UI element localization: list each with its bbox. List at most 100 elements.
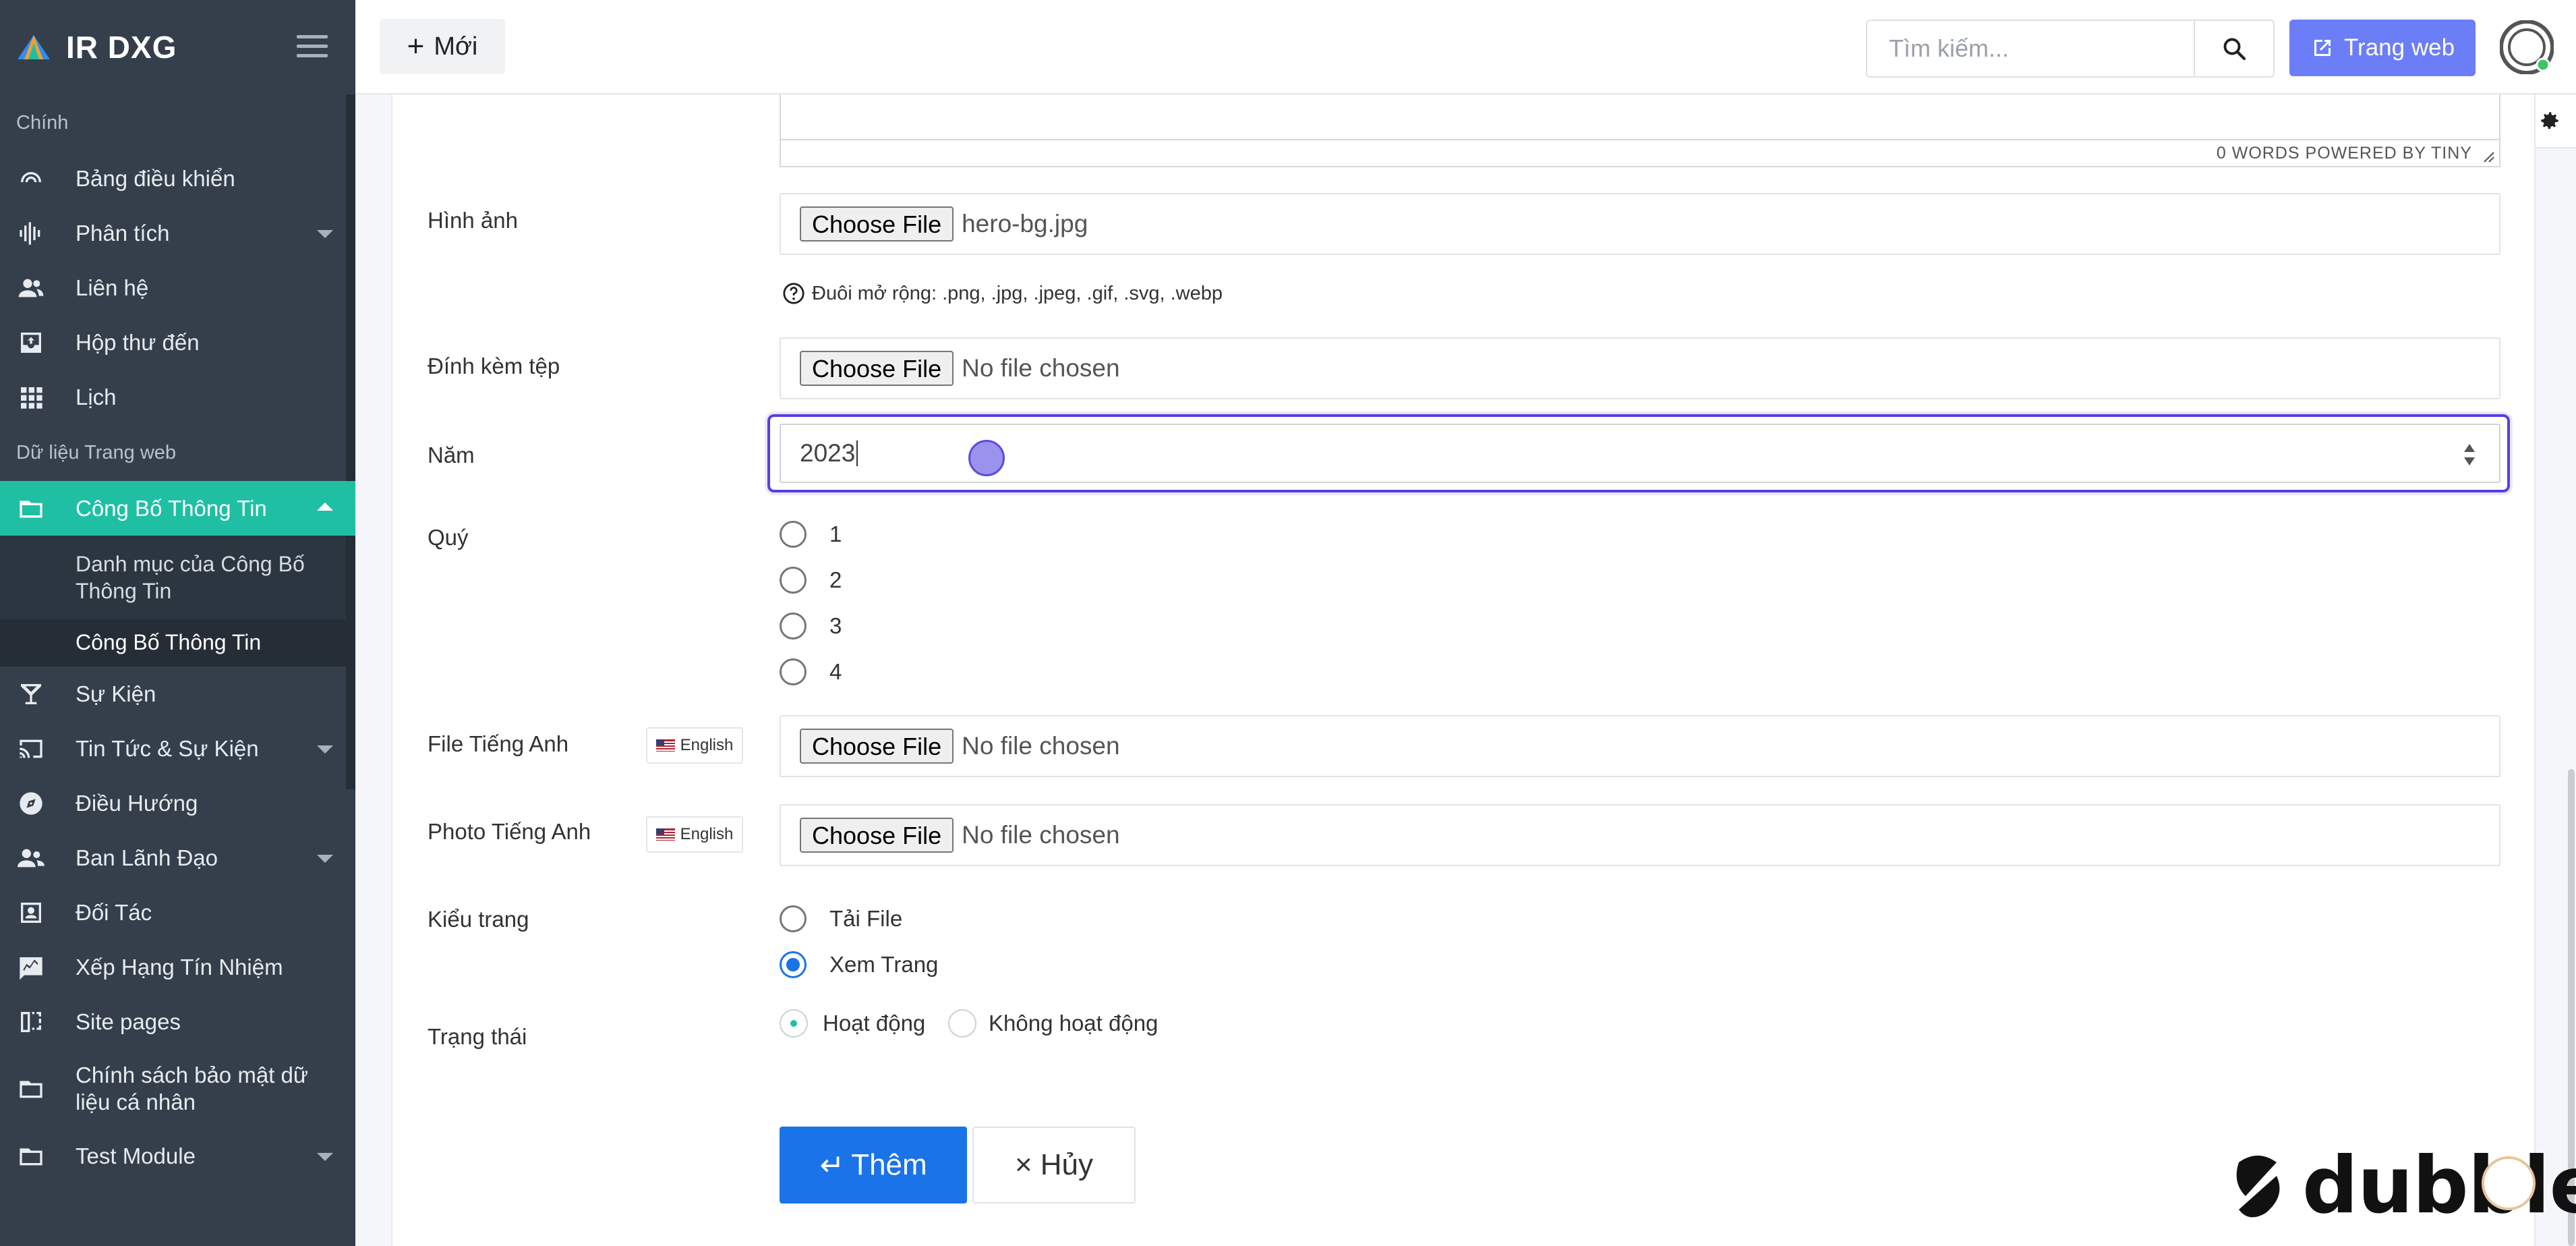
sidebar-item-disclosure[interactable]: Công Bố Thông Tin xyxy=(0,481,355,536)
external-link-icon xyxy=(2314,40,2331,56)
resize-handle-icon[interactable] xyxy=(2480,148,2495,163)
quarter-option-3[interactable]: 3 xyxy=(780,613,842,640)
attachment-file-input[interactable]: Choose File No file chosen xyxy=(780,337,2500,399)
folder-icon xyxy=(16,1074,46,1104)
year-input[interactable]: 2023 xyxy=(780,424,2500,483)
quarter-option-1[interactable]: 1 xyxy=(780,521,842,548)
sidebar-submenu: Danh mục của Công Bố Thông Tin Công Bố T… xyxy=(0,536,355,667)
file-en-label: File Tiếng Anh xyxy=(428,731,569,756)
help-bubble[interactable] xyxy=(2482,1156,2536,1210)
page-type-option-view[interactable]: Xem Trang xyxy=(780,951,938,978)
choose-file-button[interactable]: Choose File xyxy=(800,729,954,764)
sidebar-item-label: Xếp Hạng Tín Nhiệm xyxy=(76,954,283,980)
language-badge-label: English xyxy=(680,825,734,843)
id-card-icon xyxy=(16,898,46,928)
submit-button[interactable]: ↵ Thêm xyxy=(780,1127,967,1203)
quarter-option-4[interactable]: 4 xyxy=(780,658,842,685)
sidebar-item-test-module[interactable]: Test Module xyxy=(0,1129,355,1183)
photo-en-label: Photo Tiếng Anh xyxy=(428,819,591,844)
sidebar-item-calendar[interactable]: Lịch xyxy=(0,370,355,424)
cocktail-icon xyxy=(16,679,46,709)
sidebar-item-label: Lịch xyxy=(76,384,117,409)
attachment-label: Đính kèm tệp xyxy=(428,353,560,378)
sidebar-item-credit-rating[interactable]: Xếp Hạng Tín Nhiệm xyxy=(0,940,355,994)
status-label: Trạng thái xyxy=(428,1024,527,1049)
sidebar-subitem-disclosure[interactable]: Công Bố Thông Tin xyxy=(0,619,355,667)
chevron-up-icon xyxy=(317,503,333,511)
cast-icon xyxy=(16,734,46,764)
photo-en-input[interactable]: Choose File No file chosen xyxy=(780,804,2500,866)
file-en-input[interactable]: Choose File No file chosen xyxy=(780,715,2500,777)
radio-button[interactable] xyxy=(780,658,807,685)
language-badge: English xyxy=(646,727,743,764)
sidebar-item-label: Điều Hướng xyxy=(76,790,198,816)
sidebar-item-contacts[interactable]: Liên hệ xyxy=(0,260,355,315)
radio-button[interactable] xyxy=(780,567,807,594)
sidebar-item-inbox[interactable]: Hộp thư đến xyxy=(0,315,355,370)
brand: IR DXG xyxy=(0,0,355,94)
website-button-label: Trang web xyxy=(2343,34,2455,61)
sidebar-section-main: Chính xyxy=(16,111,69,134)
us-flag-icon xyxy=(655,828,675,841)
image-file-input[interactable]: Choose File hero-bg.jpg xyxy=(780,193,2500,255)
sidebar-item-events[interactable]: Sự Kiện xyxy=(0,667,355,721)
radio-button-checked[interactable] xyxy=(780,951,807,978)
submit-button-label: Thêm xyxy=(851,1148,927,1181)
choose-file-button[interactable]: Choose File xyxy=(800,818,954,853)
editor-status-bar: 0 WORDS POWERED BY TINY xyxy=(781,139,2499,166)
close-icon: × xyxy=(1015,1148,1032,1181)
status-option-active[interactable]: Hoạt động xyxy=(780,1009,925,1038)
topbar: + Mới Trang web xyxy=(355,0,2576,94)
website-button[interactable]: Trang web xyxy=(2289,20,2476,76)
sidebar-subitem-categories[interactable]: Danh mục của Công Bố Thông Tin xyxy=(0,536,310,619)
page-type-option-download[interactable]: Tải File xyxy=(780,905,902,932)
sidebar-item-site-pages[interactable]: Site pages xyxy=(0,994,355,1049)
radio-label: Xem Trang xyxy=(829,952,939,977)
cancel-button[interactable]: × Hủy xyxy=(972,1127,1136,1203)
file-name: No file chosen xyxy=(962,354,1120,382)
radio-button[interactable] xyxy=(780,905,807,932)
extension-hint-text: Đuôi mở rộng: .png, .jpg, .jpeg, .gif, .… xyxy=(812,282,1223,304)
quarter-option-2[interactable]: 2 xyxy=(780,567,842,594)
sidebar-item-privacy-policy[interactable]: Chính sách bảo mật dữ liệu cá nhân xyxy=(0,1049,355,1129)
radio-label: 4 xyxy=(829,659,842,684)
search-input[interactable] xyxy=(1867,21,2194,76)
sidebar-item-dashboard[interactable]: Bảng điều khiển xyxy=(0,151,355,206)
rich-text-editor[interactable]: 0 WORDS POWERED BY TINY xyxy=(780,94,2500,167)
calendar-grid-icon xyxy=(16,383,46,412)
radio-button-checked[interactable] xyxy=(780,1009,808,1038)
sidebar-item-label: Test Module xyxy=(76,1143,196,1168)
sidebar-item-navigation[interactable]: Điều Hướng xyxy=(0,776,355,830)
quarter-label: Quý xyxy=(428,525,469,550)
radio-button[interactable] xyxy=(780,521,807,548)
menu-toggle-icon[interactable] xyxy=(297,35,328,58)
radio-label: Tải File xyxy=(829,906,903,931)
sidebar-item-news[interactable]: Tin Tức & Sự Kiện xyxy=(0,721,355,776)
choose-file-button[interactable]: Choose File xyxy=(800,351,954,386)
new-button-label: Mới xyxy=(434,32,478,61)
status-option-inactive[interactable]: Không hoạt động xyxy=(948,1009,1158,1038)
help-circle-icon xyxy=(783,283,804,304)
new-button[interactable]: + Mới xyxy=(380,19,505,74)
people-icon xyxy=(16,843,46,873)
search-button[interactable] xyxy=(2194,21,2273,76)
choose-file-button[interactable]: Choose File xyxy=(800,206,954,242)
language-badge: English xyxy=(646,816,743,853)
form-card xyxy=(391,94,2536,1246)
plus-icon: + xyxy=(407,30,425,63)
radio-button[interactable] xyxy=(948,1009,976,1038)
sidebar-item-analytics[interactable]: Phân tích xyxy=(0,206,355,260)
chevron-down-icon xyxy=(317,230,333,238)
avatar[interactable] xyxy=(2500,20,2554,74)
sidebar-item-partners[interactable]: Đối Tác xyxy=(0,885,355,940)
number-spinner-icon[interactable] xyxy=(2461,438,2478,471)
file-name: hero-bg.jpg xyxy=(962,210,1088,237)
file-name: No file chosen xyxy=(962,732,1120,760)
sidebar-item-label: Bảng điều khiển xyxy=(76,165,235,191)
us-flag-icon xyxy=(655,739,675,752)
radio-label: 2 xyxy=(829,567,842,592)
radio-button[interactable] xyxy=(780,613,807,640)
radio-label: Không hoạt động xyxy=(989,1011,1159,1036)
sidebar-item-leadership[interactable]: Ban Lãnh Đạo xyxy=(0,830,355,885)
search-box xyxy=(1866,20,2275,78)
